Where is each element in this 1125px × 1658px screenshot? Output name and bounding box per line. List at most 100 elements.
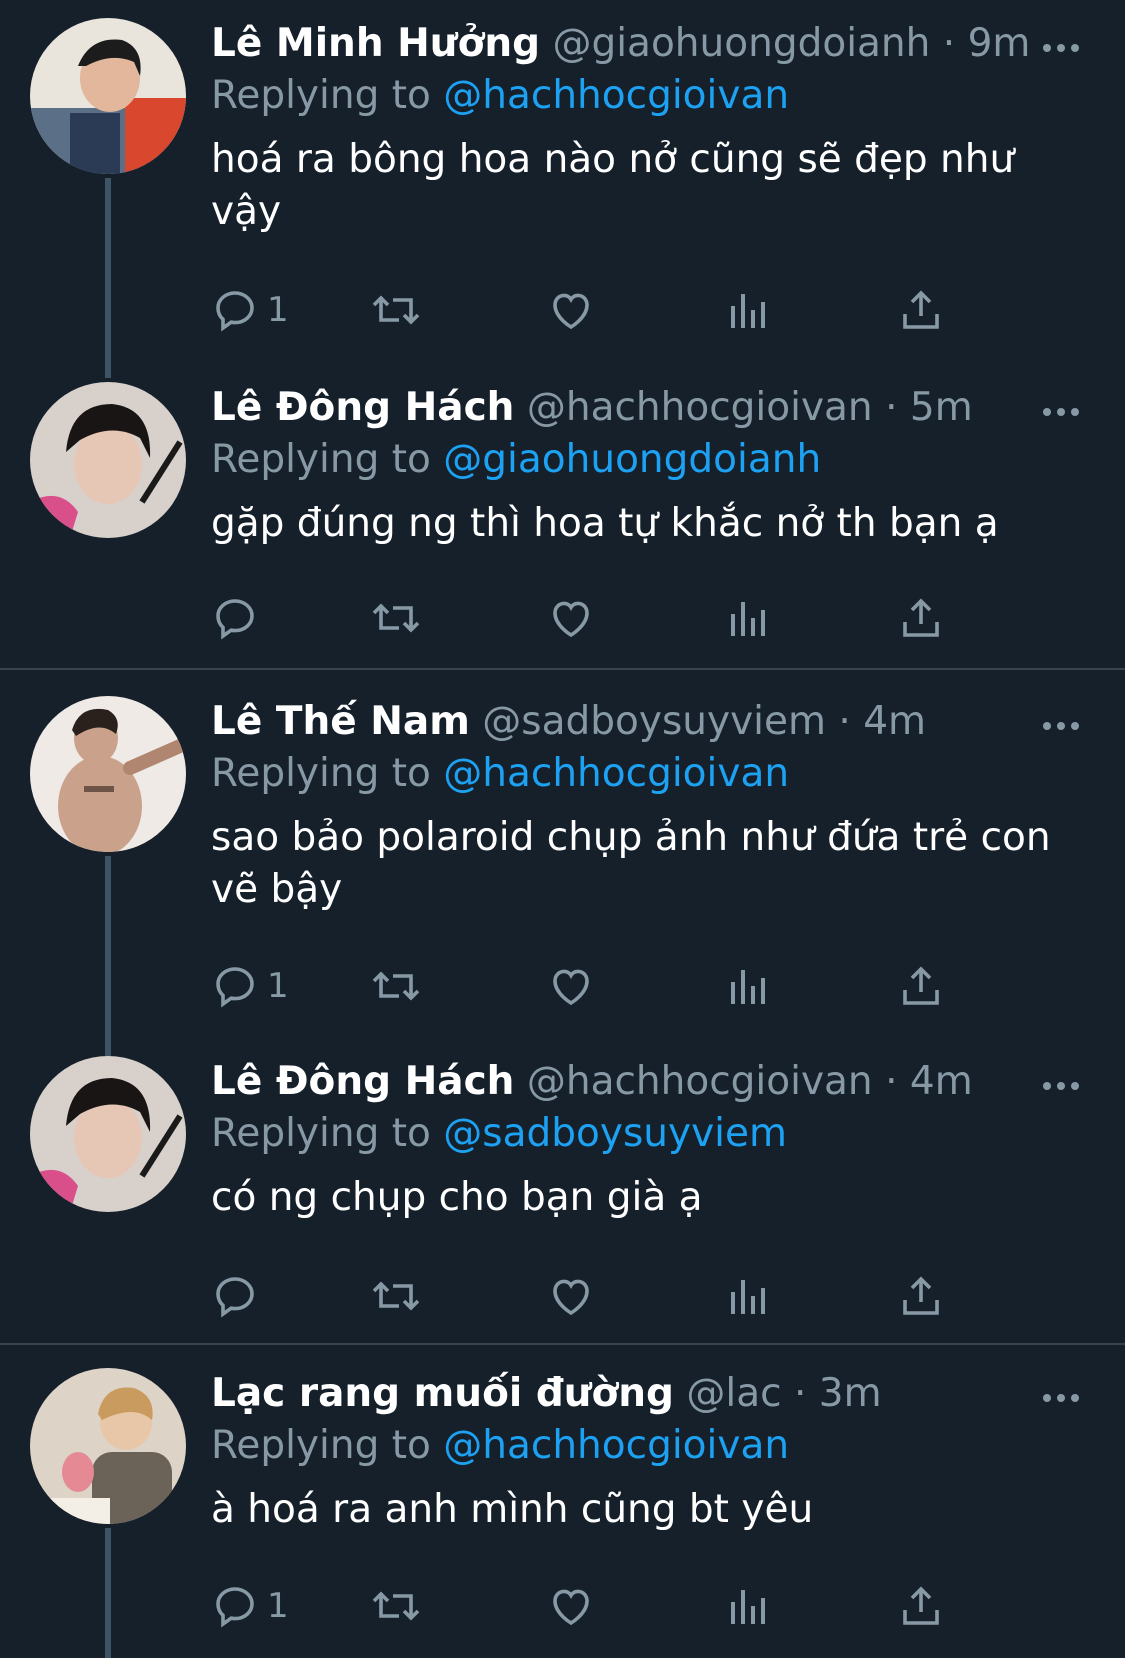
- retweet-icon: [369, 962, 423, 1010]
- share-icon: [897, 594, 945, 642]
- user-handle[interactable]: @hachhocgioivan: [527, 1059, 873, 1104]
- display-name[interactable]: Lê Đông Hách: [211, 385, 514, 430]
- user-handle[interactable]: @sadboysuyviem: [482, 699, 826, 744]
- reply-button[interactable]: 1: [211, 282, 289, 338]
- tweet-text: gặp đúng ng thì hoa tự khắc nở th bạn ạ: [211, 501, 999, 546]
- share-button[interactable]: [897, 1268, 945, 1324]
- avatar[interactable]: [30, 18, 186, 174]
- display-name[interactable]: Lê Đông Hách: [211, 1059, 514, 1104]
- retweet-button[interactable]: [369, 282, 423, 338]
- analytics-button[interactable]: [723, 1578, 771, 1634]
- like-icon: [547, 962, 595, 1010]
- tweet[interactable]: Lê Đông Hách @hachhocgioivan · 5m Replyi…: [0, 382, 1125, 642]
- mention-link[interactable]: @sadboysuyviem: [443, 1111, 787, 1156]
- tweet[interactable]: Lê Minh Hưởng @giaohuongdoianh · 9m Repl…: [0, 18, 1125, 378]
- avatar[interactable]: [30, 1368, 186, 1524]
- thread-line: [105, 856, 111, 1056]
- tweet[interactable]: Lạc rang muối đường @lac · 3m Replying t…: [0, 1368, 1125, 1658]
- separator-dot: ·: [885, 385, 898, 430]
- retweet-icon: [369, 1582, 423, 1630]
- share-button[interactable]: [897, 282, 945, 338]
- more-options-icon[interactable]: [1041, 402, 1081, 422]
- reply-button[interactable]: [211, 590, 267, 646]
- replying-to-label: Replying to: [211, 437, 431, 482]
- reply-count: 1: [267, 290, 289, 330]
- avatar[interactable]: [30, 1056, 186, 1212]
- share-button[interactable]: [897, 1578, 945, 1634]
- share-icon: [897, 962, 945, 1010]
- retweet-icon: [369, 594, 423, 642]
- more-options-icon[interactable]: [1041, 716, 1081, 736]
- like-button[interactable]: [547, 590, 595, 646]
- replying-to-label: Replying to: [211, 1423, 431, 1468]
- display-name[interactable]: Lê Thế Nam: [211, 699, 470, 744]
- more-options-icon[interactable]: [1041, 1388, 1081, 1408]
- mention-link[interactable]: @hachhocgioivan: [443, 73, 789, 118]
- replying-to-label: Replying to: [211, 751, 431, 796]
- replying-to: Replying to @sadboysuyviem: [211, 1108, 787, 1160]
- tweet-header: Lê Đông Hách @hachhocgioivan · 5m: [211, 382, 973, 434]
- thread-line: [105, 1528, 111, 1658]
- replying-to: Replying to @hachhocgioivan: [211, 748, 789, 800]
- analytics-button[interactable]: [723, 1268, 771, 1324]
- tweet[interactable]: Lê Thế Nam @sadboysuyviem · 4m Replying …: [0, 696, 1125, 1056]
- replying-to: Replying to @giaohuongdoianh: [211, 434, 821, 486]
- replying-to: Replying to @hachhocgioivan: [211, 1420, 789, 1472]
- timestamp[interactable]: 3m: [819, 1371, 882, 1416]
- user-handle[interactable]: @lac: [686, 1371, 781, 1416]
- tweet[interactable]: Lê Đông Hách @hachhocgioivan · 4m Replyi…: [0, 1056, 1125, 1318]
- like-button[interactable]: [547, 1578, 595, 1634]
- share-button[interactable]: [897, 958, 945, 1014]
- separator-dot: ·: [885, 1059, 898, 1104]
- timestamp[interactable]: 5m: [910, 385, 973, 430]
- analytics-button[interactable]: [723, 282, 771, 338]
- display-name[interactable]: Lạc rang muối đường: [211, 1371, 674, 1416]
- retweet-button[interactable]: [369, 1268, 423, 1324]
- analytics-button[interactable]: [723, 590, 771, 646]
- mention-link[interactable]: @giaohuongdoianh: [443, 437, 821, 482]
- retweet-button[interactable]: [369, 1578, 423, 1634]
- share-icon: [897, 1582, 945, 1630]
- share-icon: [897, 1272, 945, 1320]
- tweet-actions: 1: [211, 282, 1011, 338]
- like-button[interactable]: [547, 958, 595, 1014]
- like-button[interactable]: [547, 1268, 595, 1324]
- reply-button[interactable]: 1: [211, 1578, 289, 1634]
- tweet-actions: [211, 590, 1011, 646]
- reply-icon: [211, 594, 259, 642]
- separator-dot: ·: [838, 699, 851, 744]
- reply-icon: [211, 1582, 259, 1630]
- display-name[interactable]: Lê Minh Hưởng: [211, 21, 540, 66]
- analytics-button[interactable]: [723, 958, 771, 1014]
- like-icon: [547, 594, 595, 642]
- mention-link[interactable]: @hachhocgioivan: [443, 1423, 789, 1468]
- like-icon: [547, 286, 595, 334]
- replying-to-label: Replying to: [211, 1111, 431, 1156]
- user-handle[interactable]: @giaohuongdoianh: [552, 21, 930, 66]
- retweet-icon: [369, 286, 423, 334]
- mention-link[interactable]: @hachhocgioivan: [443, 751, 789, 796]
- tweet-actions: 1: [211, 958, 1011, 1014]
- timestamp[interactable]: 9m: [968, 21, 1031, 66]
- retweet-button[interactable]: [369, 590, 423, 646]
- timestamp[interactable]: 4m: [863, 699, 926, 744]
- retweet-button[interactable]: [369, 958, 423, 1014]
- replying-to: Replying to @hachhocgioivan: [211, 70, 789, 122]
- thread-line: [105, 178, 111, 378]
- share-button[interactable]: [897, 590, 945, 646]
- reply-button[interactable]: 1: [211, 958, 289, 1014]
- share-icon: [897, 286, 945, 334]
- tweet-actions: 1: [211, 1578, 1011, 1634]
- timestamp[interactable]: 4m: [910, 1059, 973, 1104]
- avatar[interactable]: [30, 382, 186, 538]
- conversation-divider: [0, 1343, 1125, 1345]
- reply-button[interactable]: [211, 1268, 267, 1324]
- tweet-text: có ng chụp cho bạn già ạ: [211, 1175, 703, 1220]
- more-options-icon[interactable]: [1041, 38, 1081, 58]
- avatar[interactable]: [30, 696, 186, 852]
- analytics-icon: [723, 594, 771, 642]
- more-options-icon[interactable]: [1041, 1076, 1081, 1096]
- like-button[interactable]: [547, 282, 595, 338]
- reply-count: 1: [267, 966, 289, 1006]
- user-handle[interactable]: @hachhocgioivan: [527, 385, 873, 430]
